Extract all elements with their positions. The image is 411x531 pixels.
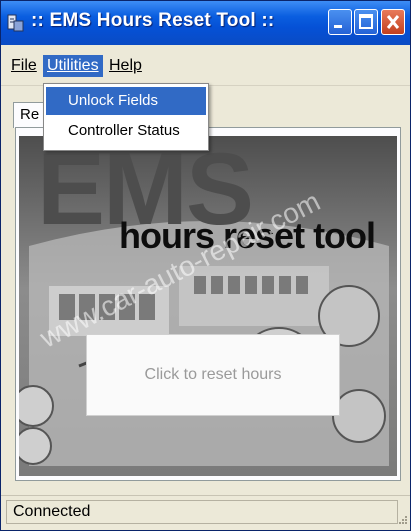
close-icon <box>386 15 400 29</box>
maximize-button[interactable] <box>354 9 378 35</box>
reset-hours-button[interactable]: Click to reset hours <box>86 334 340 416</box>
menu-help[interactable]: Help <box>105 55 146 77</box>
main-window: :: EMS Hours Reset Tool :: File Utilitie… <box>0 0 411 531</box>
menu-bar: File Utilities Help <box>1 45 410 86</box>
menu-file[interactable]: File <box>7 55 41 77</box>
menu-item-controller-status[interactable]: Controller Status <box>46 117 206 145</box>
close-button[interactable] <box>381 9 405 35</box>
banner-subtitle: hours reset tool <box>119 215 376 256</box>
status-bar: Connected <box>1 495 410 530</box>
minimize-icon <box>334 25 342 28</box>
content-panel: EMS hours reset tool www.car-auto-repair… <box>15 127 401 481</box>
utilities-dropdown-menu: Unlock Fields Controller Status <box>43 83 209 151</box>
status-text: Connected <box>6 500 398 524</box>
resize-grip-icon[interactable] <box>397 514 409 528</box>
maximize-icon <box>359 14 373 29</box>
menu-item-unlock-fields[interactable]: Unlock Fields <box>46 87 206 115</box>
title-bar[interactable]: :: EMS Hours Reset Tool :: <box>1 1 410 45</box>
window-title: :: EMS Hours Reset Tool :: <box>31 10 275 31</box>
app-icon <box>7 13 25 33</box>
menu-utilities[interactable]: Utilities <box>43 55 103 77</box>
minimize-button[interactable] <box>328 9 352 35</box>
banner-image: EMS hours reset tool www.car-auto-repair… <box>19 136 397 476</box>
